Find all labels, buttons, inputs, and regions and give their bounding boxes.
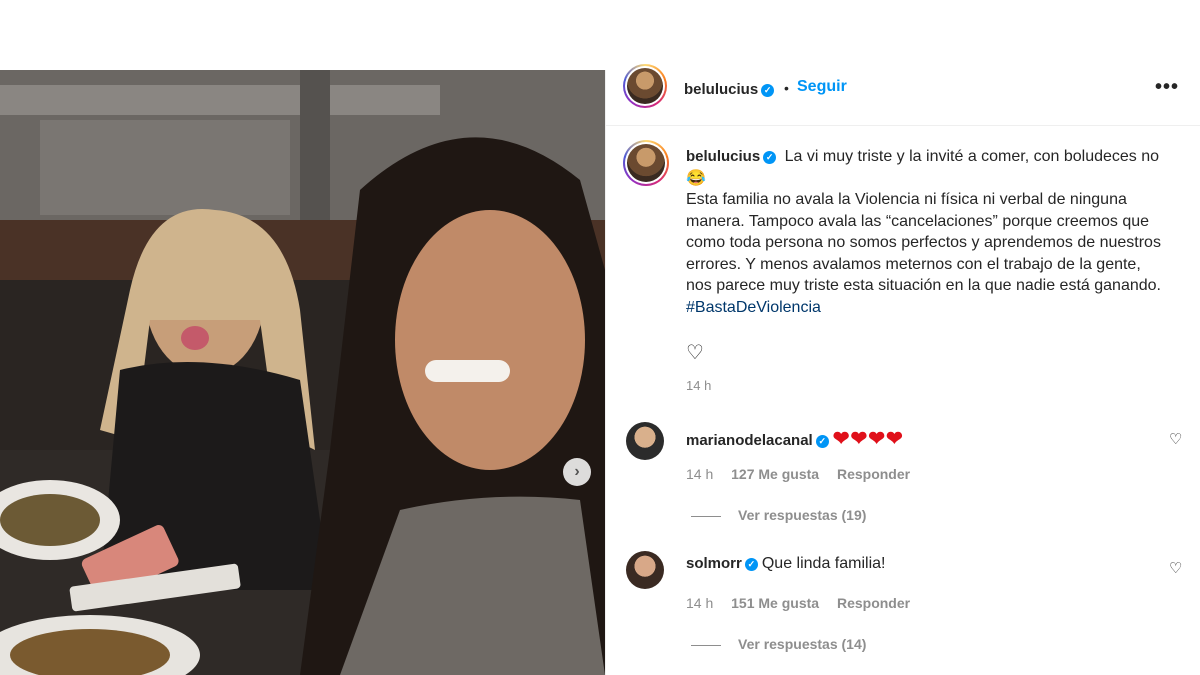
carousel-next-button[interactable]: › — [563, 458, 591, 486]
caption-body: Esta familia no avala la Violencia ni fí… — [686, 191, 1161, 294]
comment-meta: 14 h 127 Me gusta Responder — [686, 466, 924, 482]
hashtag-link[interactable]: #BastaDeViolencia — [686, 299, 821, 316]
verified-badge-icon: ✓ — [763, 150, 777, 164]
comment-likes[interactable]: 151 Me gusta — [731, 595, 819, 611]
caption-username[interactable]: belulucius ✓ — [686, 148, 777, 165]
commenter-avatar[interactable] — [626, 551, 664, 589]
header-username[interactable]: belulucius ✓ — [684, 81, 775, 98]
follow-button[interactable]: Seguir — [797, 78, 847, 96]
post-side-panel: belulucius ✓ • Seguir ••• belulucius ✓ La … — [605, 64, 1200, 675]
view-replies-button[interactable]: Ver respuestas (14) — [691, 636, 866, 652]
comment-username[interactable]: solmorr ✓ Que linda familia! — [686, 555, 885, 573]
author-avatar[interactable] — [623, 64, 667, 108]
verified-badge-icon: ✓ — [761, 83, 775, 97]
comment-meta: 14 h 151 Me gusta Responder — [686, 595, 924, 611]
commenter-avatar[interactable] — [626, 422, 664, 460]
instagram-post: › belulucius ✓ • Seguir ••• belulucius ✓ L… — [0, 64, 1200, 675]
more-options-icon[interactable]: ••• — [1155, 76, 1179, 99]
comment-text: Que linda familia! — [761, 555, 886, 572]
caption-author-avatar[interactable] — [623, 140, 669, 186]
reply-button[interactable]: Responder — [837, 466, 910, 482]
comment-username[interactable]: marianodelacanal ✓ ❤❤❤❤ — [686, 426, 904, 451]
verified-badge-icon: ✓ — [815, 434, 829, 448]
reply-button[interactable]: Responder — [837, 595, 910, 611]
comment-time: 14 h — [686, 466, 714, 482]
comment-likes[interactable]: 127 Me gusta — [731, 466, 819, 482]
heart-outline-icon[interactable]: ♡ — [686, 340, 704, 365]
view-replies-button[interactable]: Ver respuestas (19) — [691, 507, 866, 523]
post-caption: belulucius ✓ La vi muy triste y la invité… — [686, 146, 1166, 318]
post-photo[interactable]: › — [0, 70, 605, 675]
verified-badge-icon: ✓ — [744, 557, 758, 571]
post-header: belulucius ✓ • Seguir ••• — [606, 64, 1200, 126]
header-separator: • — [784, 80, 789, 96]
comment-time: 14 h — [686, 595, 714, 611]
chevron-right-icon: › — [574, 463, 580, 480]
photo-illustration — [0, 70, 605, 675]
comment-like-heart-icon[interactable]: ♡ — [1169, 430, 1182, 448]
comment-text: ❤❤❤❤ — [832, 428, 904, 450]
comment-like-heart-icon[interactable]: ♡ — [1169, 559, 1182, 577]
post-time: 14 h — [686, 378, 712, 393]
